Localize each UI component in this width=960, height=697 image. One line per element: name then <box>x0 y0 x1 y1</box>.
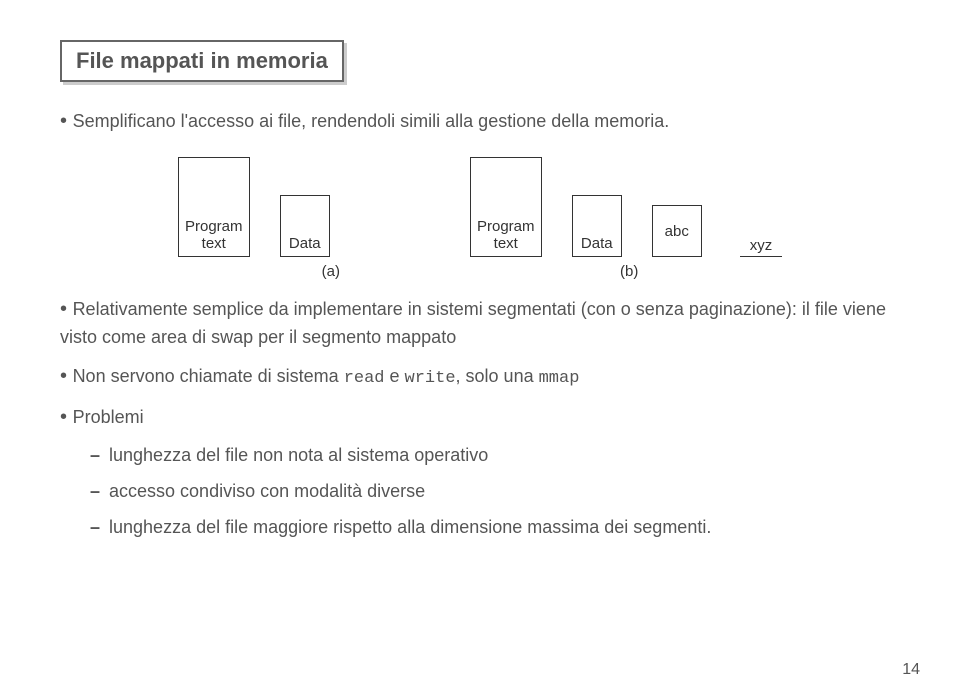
page-number: 14 <box>902 661 920 679</box>
bullet-implement: Relativamente semplice da implementare i… <box>60 294 900 351</box>
code-mmap: mmap <box>539 369 580 388</box>
code-read: read <box>344 369 385 388</box>
code-write: write <box>405 369 456 388</box>
sub-shared-access: accesso condiviso con modalità diverse <box>90 478 900 504</box>
bullet-syscalls: Non servono chiamate di sistema read e w… <box>60 361 900 392</box>
sub-length-unknown: lunghezza del file non nota al sistema o… <box>90 442 900 468</box>
box-data-a: Data <box>280 195 330 257</box>
label-a: (a) <box>322 263 340 280</box>
diagram-labels: (a) (b) <box>60 263 900 280</box>
box-program-text-a: Program text <box>178 157 250 257</box>
page-title: File mappati in memoria <box>60 40 344 82</box>
sub-length-exceeds: lunghezza del file maggiore rispetto all… <box>90 514 900 540</box>
box-program-text-b: Program text <box>470 157 542 257</box>
problems-sublist: lunghezza del file non nota al sistema o… <box>90 442 900 540</box>
text-pre: Non servono chiamate di sistema <box>73 366 344 386</box>
diagram-col-b: Program text Data abc xyz <box>470 157 783 257</box>
bullet-problems: Problemi <box>60 402 900 432</box>
box-abc: abc <box>652 205 702 257</box>
label-b: (b) <box>620 263 638 280</box>
intro-bullet: Semplificano l'accesso ai file, rendendo… <box>60 110 900 133</box>
diagram-col-a: Program text Data <box>178 157 330 257</box>
text-mid: e <box>385 366 405 386</box>
text-post: , solo una <box>456 366 539 386</box>
label-xyz: xyz <box>740 237 783 257</box>
diagram: Program text Data Program text Data abc … <box>60 157 900 257</box>
box-data-b: Data <box>572 195 622 257</box>
